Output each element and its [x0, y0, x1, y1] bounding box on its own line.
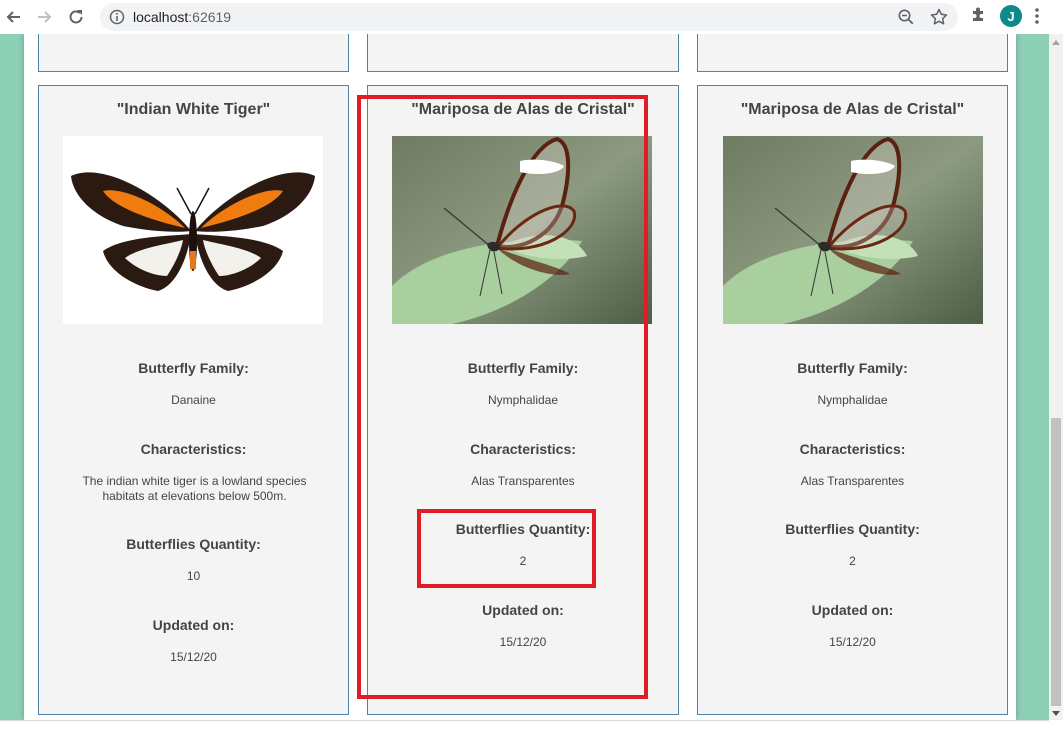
scroll-down-arrow-icon[interactable]: [1052, 711, 1060, 716]
characteristics-label: Characteristics:: [799, 441, 906, 457]
updated-value: 15/12/20: [170, 650, 217, 664]
site-info-icon[interactable]: [109, 9, 125, 30]
browser-toolbar: localhost:62619 J: [0, 0, 1063, 34]
quantity-label: Butterflies Quantity:: [455, 521, 591, 537]
card-title: "Mariposa de Alas de Cristal": [740, 101, 965, 118]
characteristics-label: Characteristics:: [470, 441, 576, 457]
quantity-label: Butterflies Quantity:: [785, 521, 920, 537]
characteristics-label: Characteristics:: [140, 441, 247, 457]
back-icon[interactable]: [1, 5, 25, 29]
butterfly-image: [63, 136, 323, 324]
quantity-value: 2: [849, 554, 856, 568]
address-bar[interactable]: localhost:62619: [100, 3, 958, 31]
scroll-thumb[interactable]: [1051, 418, 1061, 706]
family-label: Butterfly Family:: [797, 360, 908, 376]
card-partial: [38, 34, 349, 72]
card-title: "Mariposa de Alas de Cristal": [411, 101, 635, 118]
vertical-scrollbar[interactable]: [1049, 34, 1063, 720]
quantity-value: 2: [519, 554, 527, 568]
horizontal-scrollbar[interactable]: [0, 720, 1049, 731]
zoom-icon[interactable]: [897, 8, 915, 31]
butterfly-image: [723, 136, 983, 324]
scroll-up-arrow-icon[interactable]: [1052, 40, 1060, 45]
quantity-label: Butterflies Quantity:: [126, 536, 261, 552]
url-text: localhost:62619: [133, 9, 231, 25]
updated-label: Updated on:: [811, 602, 894, 618]
family-value: Nymphalidae: [817, 393, 888, 407]
family-label: Butterfly Family:: [467, 360, 579, 376]
family-value: Danaine: [171, 393, 216, 407]
quantity-value: 10: [186, 569, 201, 583]
forward-icon[interactable]: [33, 5, 57, 29]
family-label: Butterfly Family:: [138, 360, 249, 376]
profile-avatar[interactable]: J: [1000, 5, 1022, 27]
browser-menu-icon[interactable]: [1034, 6, 1040, 31]
card-partial: [367, 34, 679, 72]
characteristics-value: Alas Transparentes: [471, 474, 575, 488]
updated-value: 15/12/20: [829, 635, 876, 649]
profile-initial: J: [1007, 8, 1015, 24]
butterfly-card: "Indian White Tiger" Butterfly Family: D…: [38, 85, 349, 715]
butterfly-card: "Mariposa de Alas de Cristal" Butterfly …: [367, 85, 679, 715]
butterfly-image: [392, 136, 652, 324]
updated-label: Updated on:: [152, 617, 235, 633]
page-viewport: "Indian White Tiger" Butterfly Family: D…: [0, 34, 1049, 720]
characteristics-value: Alas Transparentes: [800, 474, 905, 488]
family-value: Nymphalidae: [487, 393, 559, 407]
page-container: "Indian White Tiger" Butterfly Family: D…: [24, 34, 1016, 720]
characteristics-value: The indian white tiger is a lowland spec…: [82, 474, 307, 503]
updated-label: Updated on:: [482, 602, 564, 618]
bookmark-star-icon[interactable]: [929, 7, 949, 32]
reload-icon[interactable]: [64, 5, 88, 29]
butterfly-card: "Mariposa de Alas de Cristal" Butterfly …: [697, 85, 1008, 715]
card-title: "Indian White Tiger": [116, 101, 271, 118]
url-host: localhost: [133, 9, 189, 25]
url-port: :62619: [188, 9, 232, 25]
updated-value: 15/12/20: [499, 635, 547, 649]
card-partial: [697, 34, 1008, 72]
extensions-puzzle-icon[interactable]: [969, 5, 989, 30]
